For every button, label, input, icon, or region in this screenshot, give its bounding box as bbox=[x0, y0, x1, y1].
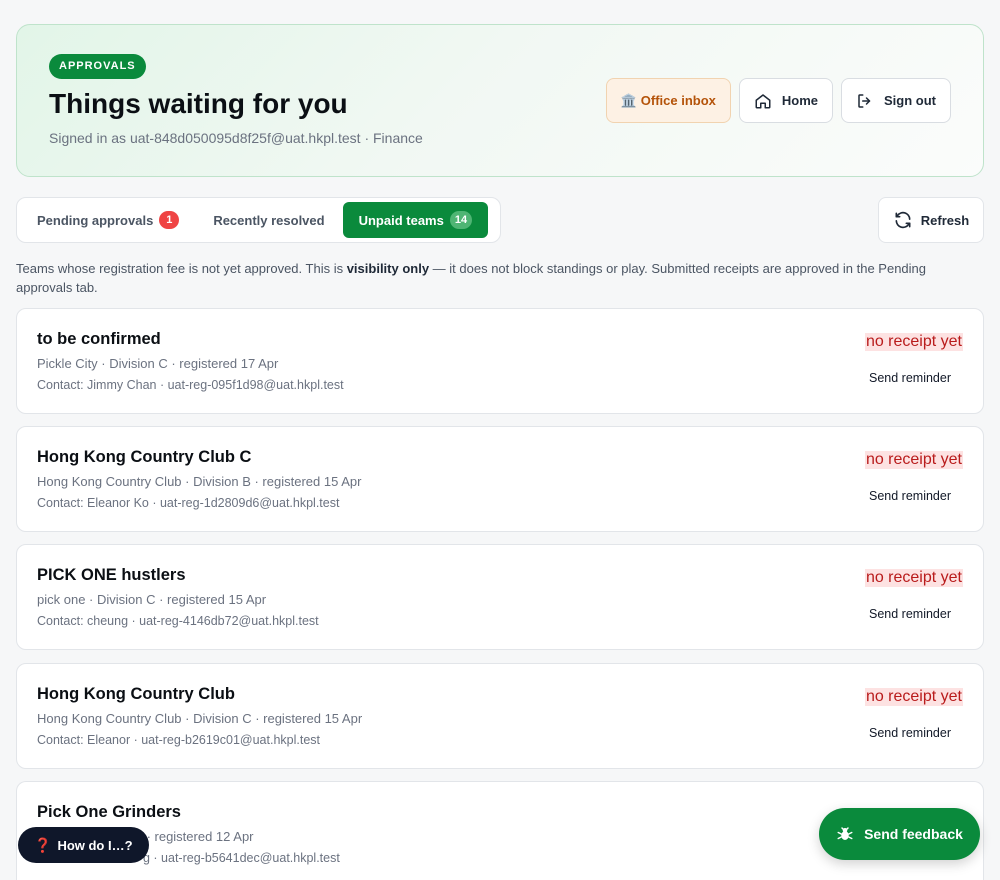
receipt-status: no receipt yet bbox=[864, 688, 963, 706]
tab-pending-approvals[interactable]: Pending approvals 1 bbox=[21, 202, 195, 238]
unpaid-team-card: Hong Kong Country Club C Hong Kong Count… bbox=[16, 426, 984, 532]
send-reminder-button[interactable]: Send reminder bbox=[857, 485, 963, 507]
team-meta: pick one · Division C · registered 15 Ap… bbox=[37, 592, 267, 607]
sign-out-icon bbox=[858, 93, 871, 108]
header-actions: 🏛️ Office inbox Home Sign out bbox=[605, 78, 951, 123]
send-reminder-button[interactable]: Send reminder bbox=[857, 367, 963, 389]
tab-label: Pending approvals bbox=[37, 212, 154, 228]
team-name: Pick One Grinders bbox=[37, 803, 181, 821]
sign-out-button[interactable]: Sign out bbox=[841, 78, 951, 123]
help-label: How do I…? bbox=[57, 837, 133, 853]
bank-icon: 🏛️ bbox=[620, 92, 637, 108]
team-meta: Hong Kong Country Club · Division C · re… bbox=[37, 711, 363, 726]
page-header: APPROVALS Things waiting for you Signed … bbox=[16, 24, 984, 177]
note-emphasis: visibility only bbox=[346, 261, 430, 276]
team-name: to be confirmed bbox=[37, 330, 161, 348]
home-icon bbox=[755, 93, 771, 108]
team-contact: Contact: cheung · uat-reg-4146db72@uat.h… bbox=[37, 614, 319, 628]
team-meta: Pickle City · Division C · registered 17… bbox=[37, 356, 279, 371]
bug-icon bbox=[837, 827, 853, 840]
unpaid-team-card: PICK ONE hustlers pick one · Division C … bbox=[16, 544, 984, 650]
feedback-label: Send feedback bbox=[864, 826, 963, 842]
pending-count-badge: 1 bbox=[159, 211, 180, 229]
team-contact: Contact: Eleanor · uat-reg-b2619c01@uat.… bbox=[37, 733, 320, 747]
team-name: Hong Kong Country Club bbox=[37, 685, 235, 703]
sign-out-label: Sign out bbox=[884, 93, 936, 108]
page-title: Things waiting for you bbox=[49, 88, 348, 119]
refresh-label: Refresh bbox=[920, 212, 970, 228]
unpaid-team-card: to be confirmed Pickle City · Division C… bbox=[16, 308, 984, 414]
tab-recently-resolved[interactable]: Recently resolved bbox=[197, 202, 340, 238]
unpaid-count-badge: 14 bbox=[449, 211, 473, 229]
receipt-status: no receipt yet bbox=[864, 451, 963, 469]
office-inbox-button[interactable]: 🏛️ Office inbox bbox=[605, 78, 731, 123]
send-reminder-button[interactable]: Send reminder bbox=[857, 722, 963, 744]
visibility-note: Teams whose registration fee is not yet … bbox=[16, 259, 966, 297]
help-button[interactable]: ❓ How do I…? bbox=[18, 827, 149, 863]
refresh-button[interactable]: Refresh bbox=[878, 197, 984, 243]
team-contact: g · uat-reg-b5641dec@uat.hkpl.test bbox=[143, 851, 340, 865]
send-feedback-button[interactable]: Send feedback bbox=[819, 808, 980, 860]
team-contact: Contact: Jimmy Chan · uat-reg-095f1d98@u… bbox=[37, 378, 344, 392]
team-contact: Contact: Eleanor Ko · uat-reg-1d2809d6@u… bbox=[37, 496, 340, 510]
receipt-status: no receipt yet bbox=[864, 333, 963, 351]
approvals-badge: APPROVALS bbox=[49, 54, 146, 79]
question-icon: ❓ bbox=[34, 836, 52, 853]
home-label: Home bbox=[781, 93, 818, 108]
tab-label: Recently resolved bbox=[213, 212, 325, 228]
approval-tabs: Pending approvals 1 Recently resolved Un… bbox=[16, 197, 501, 243]
tab-label: Unpaid teams bbox=[358, 212, 444, 228]
team-name: PICK ONE hustlers bbox=[37, 566, 186, 584]
team-meta: Hong Kong Country Club · Division B · re… bbox=[37, 474, 362, 489]
unpaid-team-card: Hong Kong Country Club Hong Kong Country… bbox=[16, 663, 984, 769]
signed-in-text: Signed in as uat-848d050095d8f25f@uat.hk… bbox=[49, 130, 423, 146]
send-reminder-button[interactable]: Send reminder bbox=[857, 603, 963, 625]
office-inbox-label: Office inbox bbox=[640, 93, 716, 108]
team-meta: A · registered 12 Apr bbox=[135, 829, 254, 844]
receipt-status: no receipt yet bbox=[864, 569, 963, 587]
team-name: Hong Kong Country Club C bbox=[37, 448, 252, 466]
tab-unpaid-teams[interactable]: Unpaid teams 14 bbox=[342, 202, 489, 238]
refresh-icon bbox=[895, 211, 911, 229]
home-button[interactable]: Home bbox=[738, 78, 833, 123]
note-text: Teams whose registration fee is not yet … bbox=[16, 261, 347, 276]
